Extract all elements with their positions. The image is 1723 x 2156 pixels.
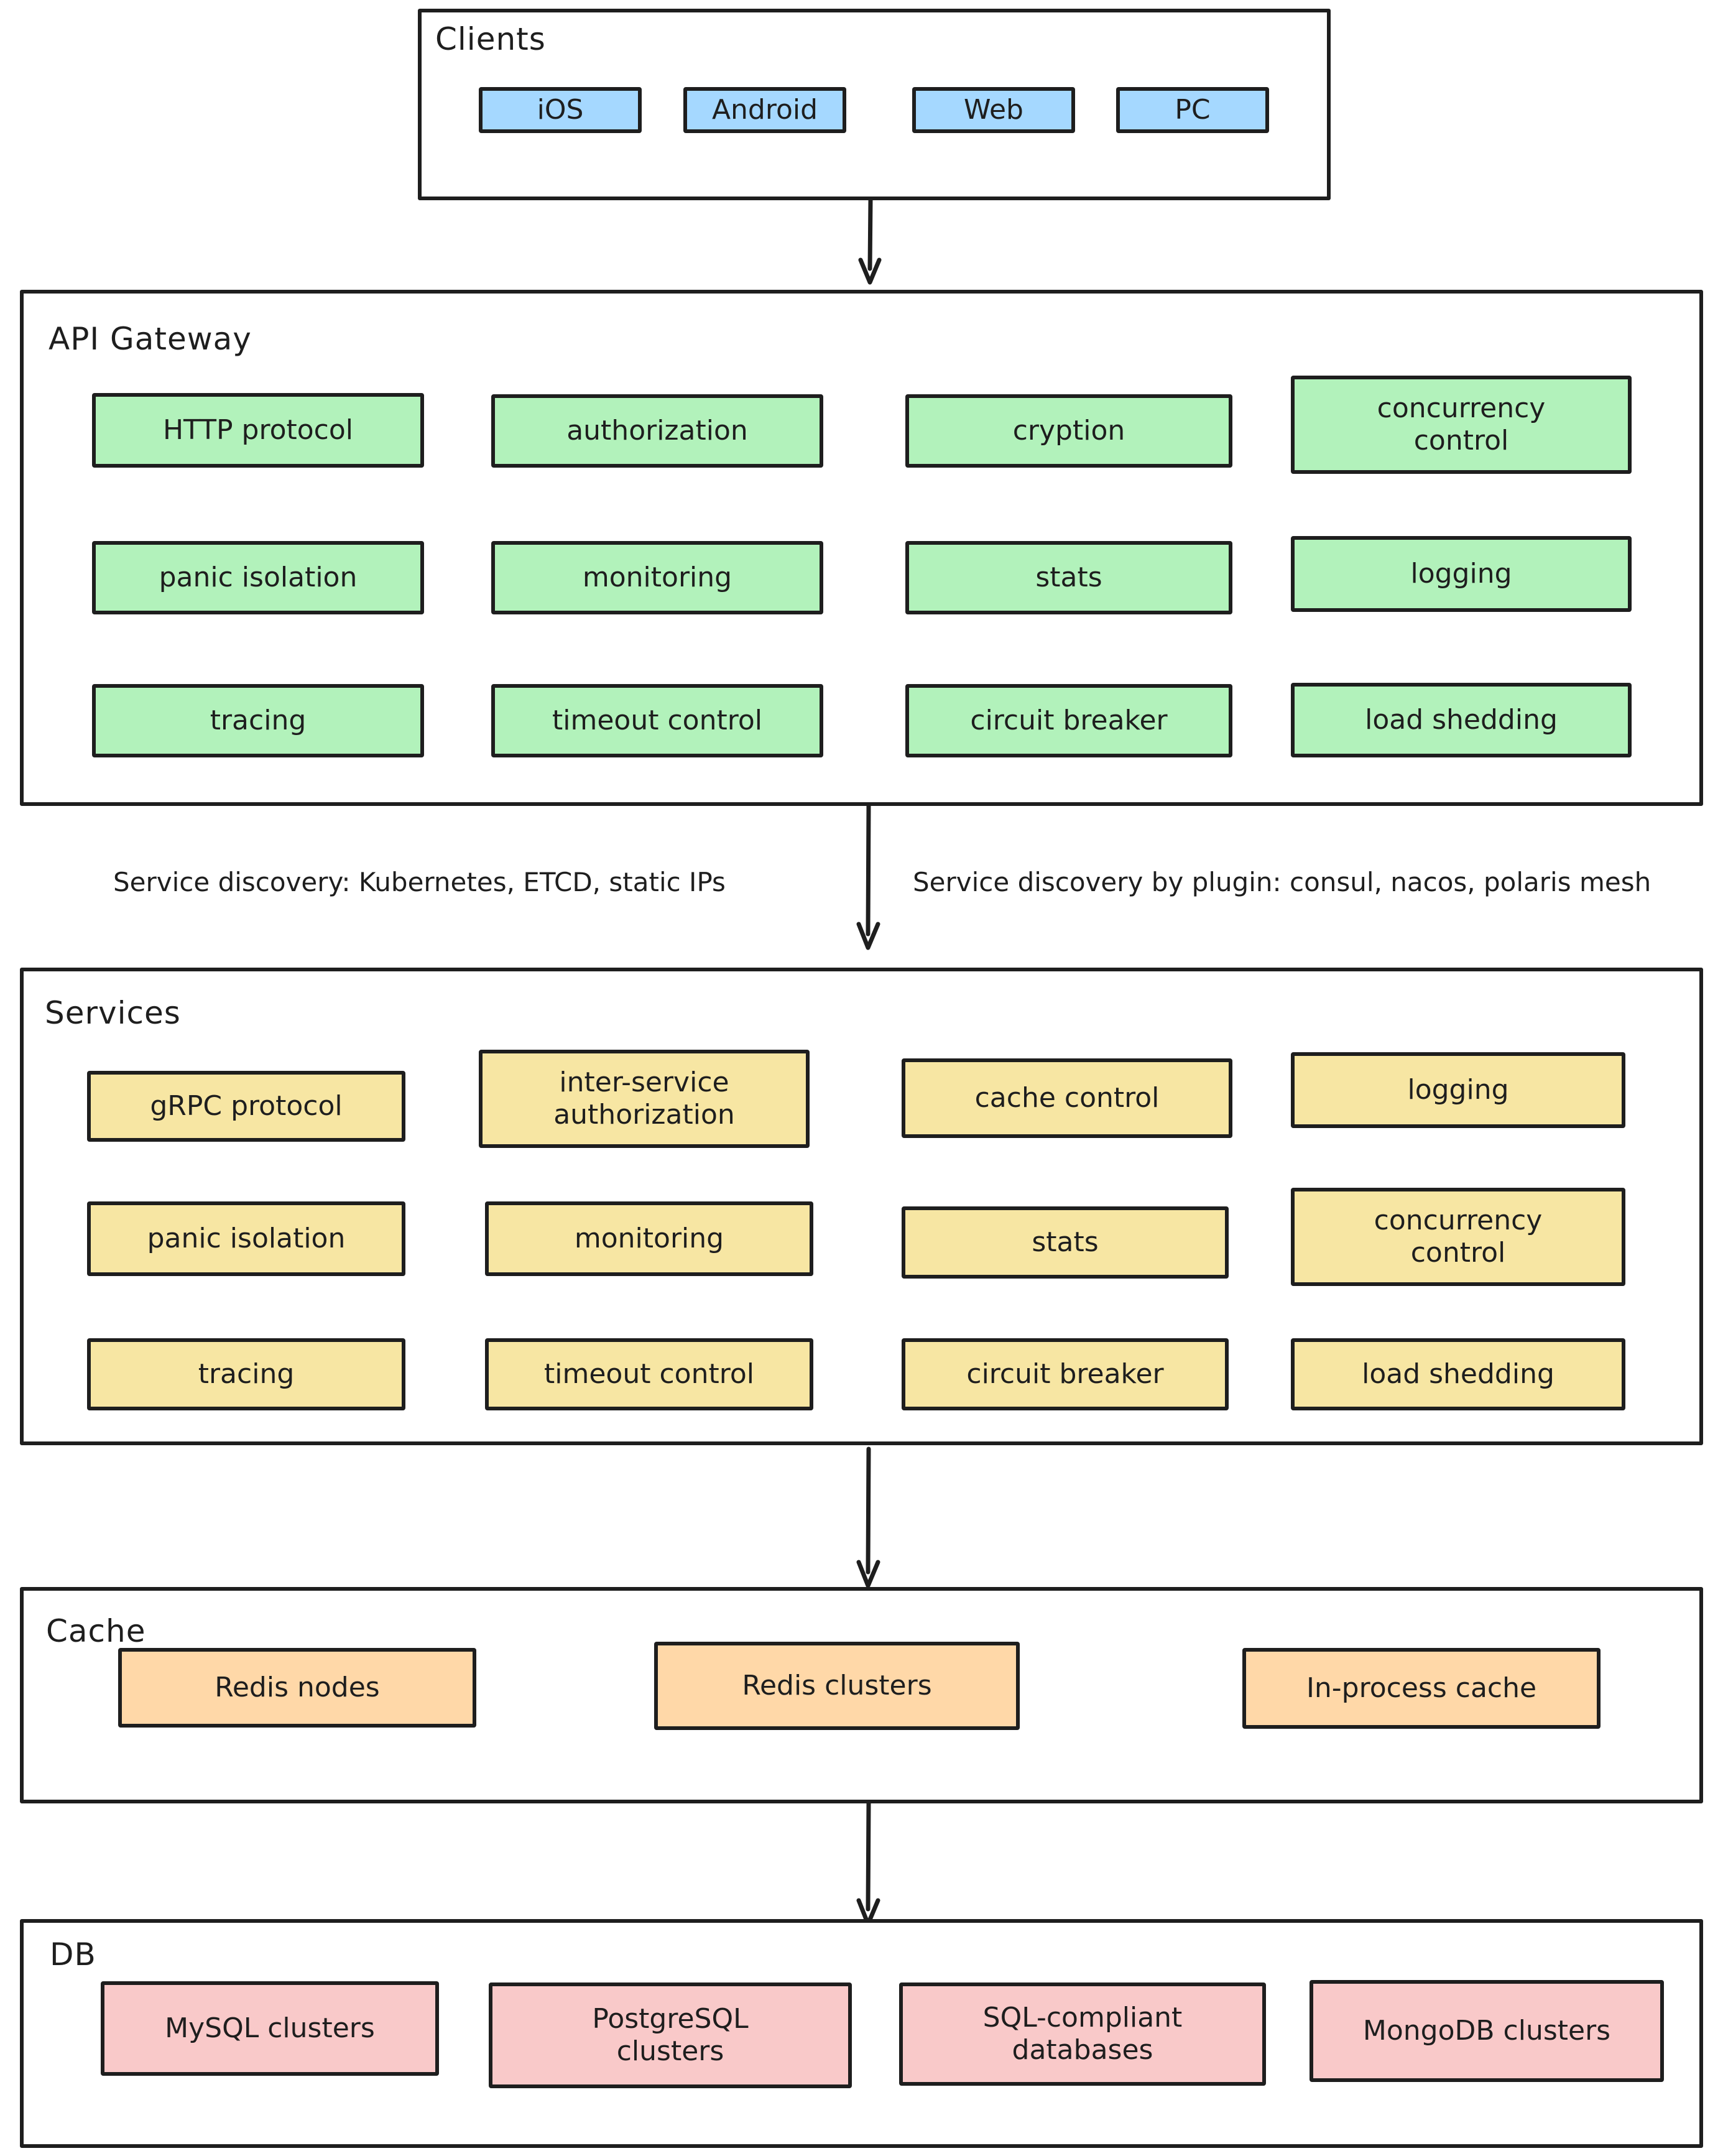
services-node-cache-control[interactable]: cache control	[902, 1058, 1232, 1138]
client-node-pc-label: PC	[1175, 94, 1211, 126]
gateway-node-http-protocol[interactable]: HTTP protocol	[92, 393, 424, 468]
gateway-node-concurrency-control[interactable]: concurrency control	[1291, 376, 1632, 474]
services-node-stats[interactable]: stats	[902, 1206, 1229, 1279]
gateway-node-timeout-control[interactable]: timeout control	[491, 684, 823, 757]
services-node-grpc-protocol[interactable]: gRPC protocol	[87, 1071, 405, 1142]
gateway-node-logging-label: logging	[1410, 558, 1512, 590]
arrow-api-gateway-to-services	[851, 803, 888, 953]
client-node-pc[interactable]: PC	[1116, 87, 1269, 133]
db-node-mysql-clusters[interactable]: MySQL clusters	[101, 1981, 439, 2076]
gateway-node-panic-isolation[interactable]: panic isolation	[92, 541, 424, 614]
cache-node-redis-nodes-label: Redis nodes	[215, 1672, 380, 1704]
gateway-node-stats[interactable]: stats	[905, 541, 1232, 614]
edge-label-service-discovery-right: Service discovery by plugin: consul, nac…	[913, 867, 1651, 897]
section-title-cache: Cache	[46, 1613, 146, 1649]
gateway-node-tracing[interactable]: tracing	[92, 684, 424, 757]
services-node-concurrency-control-label-line2: control	[1410, 1237, 1506, 1269]
arrow-services-to-cache	[851, 1445, 888, 1592]
arrow-clients-to-api-gateway	[852, 198, 889, 287]
cache-node-redis-nodes[interactable]: Redis nodes	[118, 1648, 476, 1728]
gateway-node-load-shedding[interactable]: load shedding	[1291, 683, 1632, 757]
client-node-ios-label: iOS	[537, 94, 584, 126]
cache-node-in-process-cache[interactable]: In-process cache	[1242, 1648, 1601, 1729]
services-node-concurrency-control[interactable]: concurrency control	[1291, 1188, 1625, 1286]
services-node-logging[interactable]: logging	[1291, 1052, 1625, 1128]
services-node-circuit-breaker-label: circuit breaker	[966, 1358, 1164, 1390]
gateway-node-load-shedding-label: load shedding	[1365, 704, 1558, 736]
gateway-node-tracing-label: tracing	[210, 705, 307, 737]
services-node-circuit-breaker[interactable]: circuit breaker	[902, 1338, 1229, 1410]
services-node-logging-label: logging	[1407, 1074, 1509, 1106]
services-node-inter-service-authorization[interactable]: inter-service authorization	[479, 1050, 810, 1148]
gateway-node-circuit-breaker-label: circuit breaker	[970, 705, 1168, 737]
client-node-android[interactable]: Android	[683, 87, 846, 133]
services-node-grpc-protocol-label: gRPC protocol	[150, 1090, 343, 1122]
services-node-monitoring[interactable]: monitoring	[485, 1201, 813, 1276]
db-node-mongodb-clusters[interactable]: MongoDB clusters	[1310, 1980, 1664, 2082]
db-node-postgresql-clusters-label-line1: PostgreSQL	[592, 2003, 749, 2035]
gateway-node-timeout-control-label: timeout control	[552, 705, 762, 737]
services-node-panic-isolation-label: panic isolation	[147, 1223, 346, 1255]
section-title-api-gateway: API Gateway	[49, 321, 252, 357]
services-node-concurrency-control-label-line1: concurrency	[1374, 1205, 1543, 1237]
services-node-inter-service-authorization-label-line2: authorization	[553, 1099, 735, 1131]
services-node-timeout-control-label: timeout control	[544, 1358, 754, 1390]
gateway-node-cryption[interactable]: cryption	[905, 394, 1232, 468]
gateway-node-circuit-breaker[interactable]: circuit breaker	[905, 684, 1232, 757]
gateway-node-monitoring-label: monitoring	[582, 562, 732, 594]
services-node-timeout-control[interactable]: timeout control	[485, 1338, 813, 1410]
client-node-web[interactable]: Web	[912, 87, 1075, 133]
gateway-node-cryption-label: cryption	[1012, 415, 1125, 447]
db-node-postgresql-clusters[interactable]: PostgreSQL clusters	[489, 1983, 852, 2088]
cache-node-redis-clusters-label: Redis clusters	[742, 1670, 932, 1702]
gateway-node-authorization-label: authorization	[566, 415, 748, 447]
section-title-db: DB	[50, 1936, 96, 1973]
section-title-services: Services	[45, 995, 181, 1031]
client-node-ios[interactable]: iOS	[479, 87, 642, 133]
cache-node-in-process-cache-label: In-process cache	[1306, 1672, 1537, 1705]
db-node-sql-compliant-databases[interactable]: SQL-compliant databases	[899, 1983, 1266, 2086]
cache-node-redis-clusters[interactable]: Redis clusters	[654, 1642, 1020, 1730]
gateway-node-http-protocol-label: HTTP protocol	[162, 414, 354, 446]
client-node-web-label: Web	[964, 94, 1023, 126]
services-node-cache-control-label: cache control	[974, 1082, 1160, 1114]
gateway-node-monitoring[interactable]: monitoring	[491, 541, 823, 614]
services-node-load-shedding-label: load shedding	[1362, 1358, 1554, 1390]
services-node-stats-label: stats	[1032, 1226, 1099, 1259]
client-node-android-label: Android	[711, 94, 818, 126]
architecture-diagram: Clients iOS Android Web PC API Gateway H…	[0, 0, 1723, 2156]
gateway-node-stats-label: stats	[1035, 562, 1102, 594]
gateway-node-logging[interactable]: logging	[1291, 536, 1632, 612]
services-node-inter-service-authorization-label-line1: inter-service	[559, 1066, 729, 1099]
gateway-node-panic-isolation-label: panic isolation	[159, 562, 358, 594]
arrow-cache-to-db	[851, 1801, 888, 1929]
db-node-mongodb-clusters-label: MongoDB clusters	[1362, 2015, 1611, 2047]
services-node-panic-isolation[interactable]: panic isolation	[87, 1201, 405, 1276]
edge-label-service-discovery-left: Service discovery: Kubernetes, ETCD, sta…	[113, 867, 726, 897]
gateway-node-authorization[interactable]: authorization	[491, 394, 823, 468]
services-node-tracing[interactable]: tracing	[87, 1338, 405, 1410]
services-node-monitoring-label: monitoring	[574, 1223, 724, 1255]
db-node-sql-compliant-databases-label-line2: databases	[1012, 2034, 1153, 2066]
db-node-sql-compliant-databases-label-line1: SQL-compliant	[982, 2002, 1183, 2034]
section-title-clients: Clients	[435, 21, 546, 57]
services-node-load-shedding[interactable]: load shedding	[1291, 1338, 1625, 1410]
gateway-node-concurrency-control-label-line2: control	[1413, 425, 1509, 456]
gateway-node-concurrency-control-label-line1: concurrency	[1377, 392, 1546, 425]
db-node-mysql-clusters-label: MySQL clusters	[165, 2012, 375, 2045]
services-node-tracing-label: tracing	[198, 1358, 295, 1390]
db-node-postgresql-clusters-label-line2: clusters	[616, 2035, 724, 2067]
